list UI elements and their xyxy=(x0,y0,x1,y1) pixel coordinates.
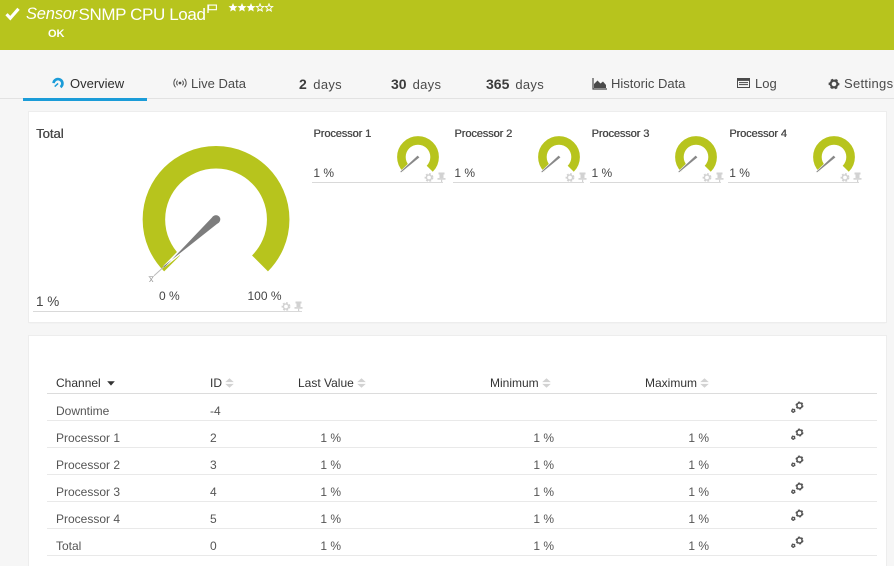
svg-text:x̅: x̅ xyxy=(148,274,154,284)
